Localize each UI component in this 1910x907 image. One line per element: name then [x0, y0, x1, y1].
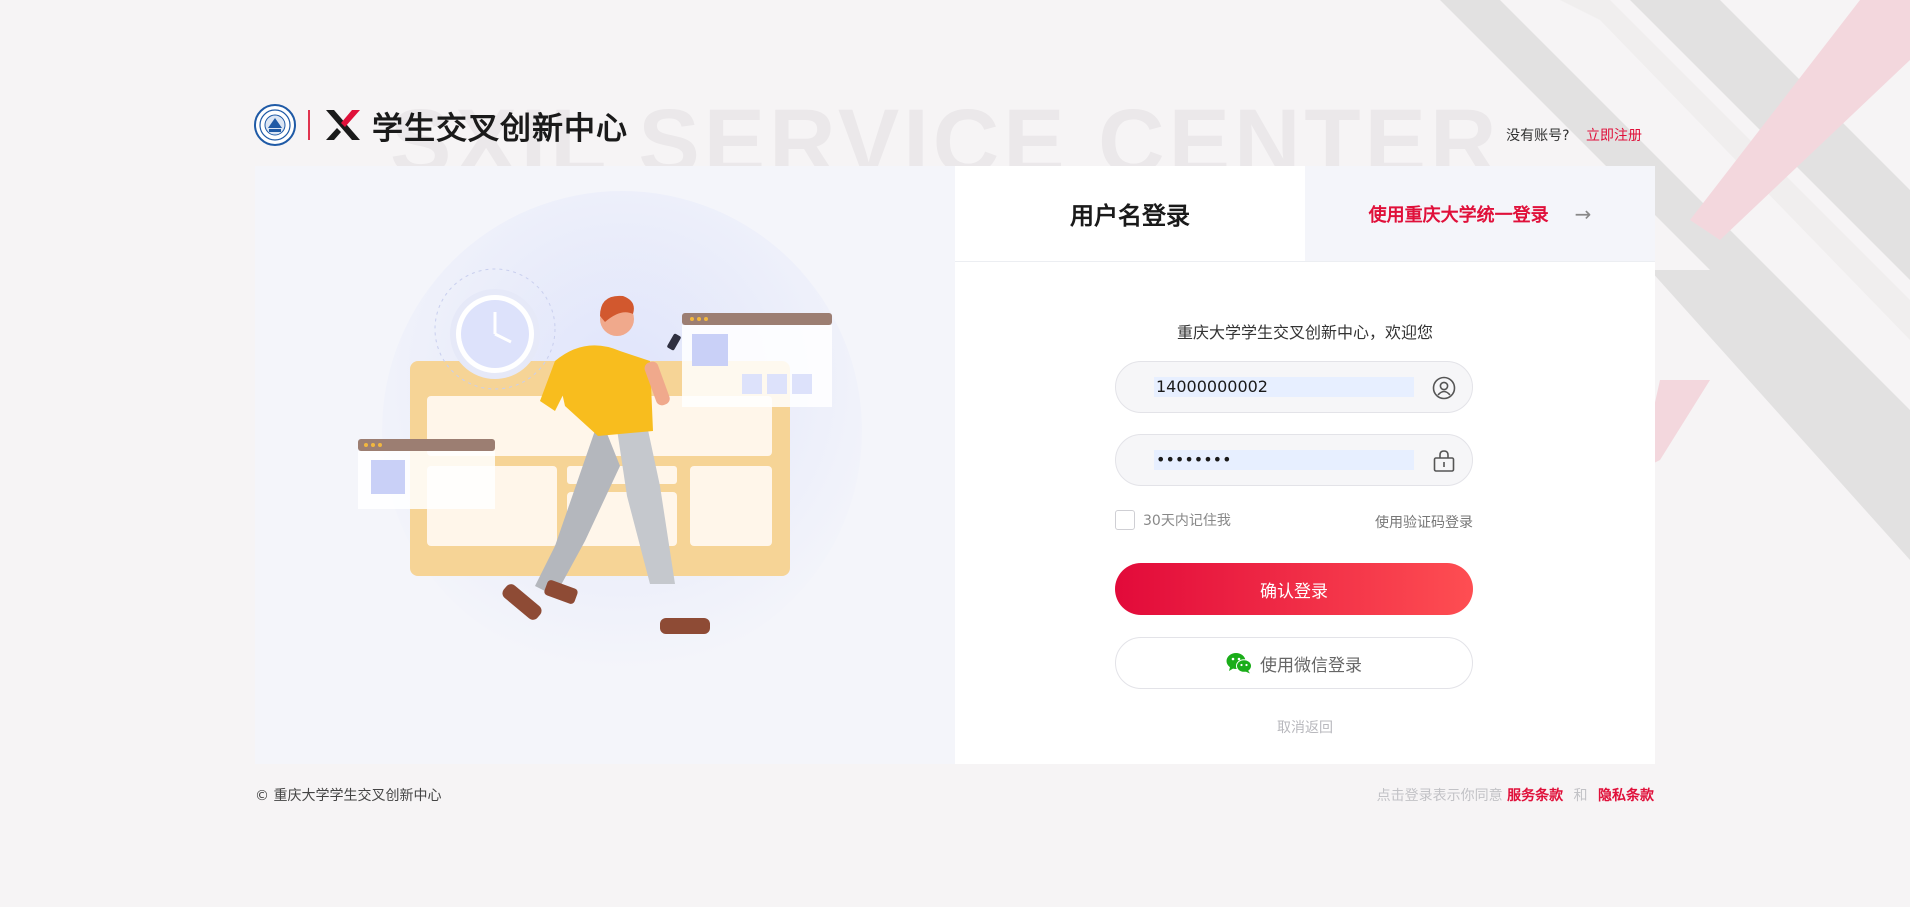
- tab-username-login[interactable]: 用户名登录: [955, 166, 1305, 261]
- arrow-right-icon: →: [1574, 201, 1592, 226]
- welcome-message: 重庆大学学生交叉创新中心，欢迎您: [1176, 323, 1433, 342]
- remember-me[interactable]: 30天内记住我: [1115, 510, 1231, 530]
- terms-agreement: 点击登录表示你同意 服务条款 和 隐私条款: [1377, 785, 1654, 805]
- password-input[interactable]: ••••••••: [1154, 450, 1414, 470]
- register-area: 没有账号? 立即注册: [1506, 125, 1642, 145]
- copyright-text: © 重庆大学学生交叉创新中心: [255, 788, 442, 804]
- tab-username-login-label: 用户名登录: [1070, 202, 1190, 230]
- and-text: 和: [1573, 788, 1588, 804]
- remember-me-label: 30天内记住我: [1143, 513, 1231, 529]
- brand-header: 学生交叉创新中心: [254, 104, 628, 147]
- password-field[interactable]: ••••••••: [1115, 434, 1473, 486]
- sms-code-login-link[interactable]: 使用验证码登录: [1375, 512, 1473, 532]
- user-icon: [1432, 376, 1456, 400]
- brand-title: 学生交叉创新中心: [372, 110, 628, 147]
- wechat-icon: [1226, 653, 1252, 674]
- lock-icon: [1433, 450, 1455, 472]
- cancel-return-link[interactable]: 取消返回: [955, 717, 1655, 737]
- username-input[interactable]: 14000000002: [1154, 377, 1414, 397]
- confirm-login-button[interactable]: 确认登录: [1115, 563, 1473, 615]
- x-logo-icon: [326, 110, 360, 140]
- login-card: 用户名登录 使用重庆大学统一登录 → 重庆大学学生交叉创新中心，欢迎您 1400…: [255, 166, 1655, 764]
- tab-divider: [955, 261, 1655, 262]
- agree-text: 点击登录表示你同意: [1376, 788, 1503, 804]
- no-account-text: 没有账号?: [1506, 128, 1570, 144]
- tab-sso-label: 使用重庆大学统一登录: [1368, 204, 1549, 226]
- logo-divider: [308, 110, 310, 140]
- tab-university-sso-login[interactable]: 使用重庆大学统一登录 →: [1305, 166, 1655, 261]
- login-illustration: [358, 191, 862, 671]
- university-seal-icon: [254, 104, 296, 146]
- wechat-login-button[interactable]: 使用微信登录: [1115, 637, 1473, 689]
- confirm-login-label: 确认登录: [1260, 581, 1328, 602]
- username-field[interactable]: 14000000002: [1115, 361, 1473, 413]
- wechat-login-label: 使用微信登录: [1260, 655, 1362, 676]
- illustration-panel: [255, 166, 955, 764]
- register-link[interactable]: 立即注册: [1586, 128, 1642, 144]
- privacy-terms-link[interactable]: 隐私条款: [1598, 788, 1654, 804]
- login-form-panel: 用户名登录 使用重庆大学统一登录 → 重庆大学学生交叉创新中心，欢迎您 1400…: [955, 166, 1655, 764]
- service-terms-link[interactable]: 服务条款: [1507, 788, 1563, 804]
- remember-me-checkbox[interactable]: [1115, 510, 1135, 530]
